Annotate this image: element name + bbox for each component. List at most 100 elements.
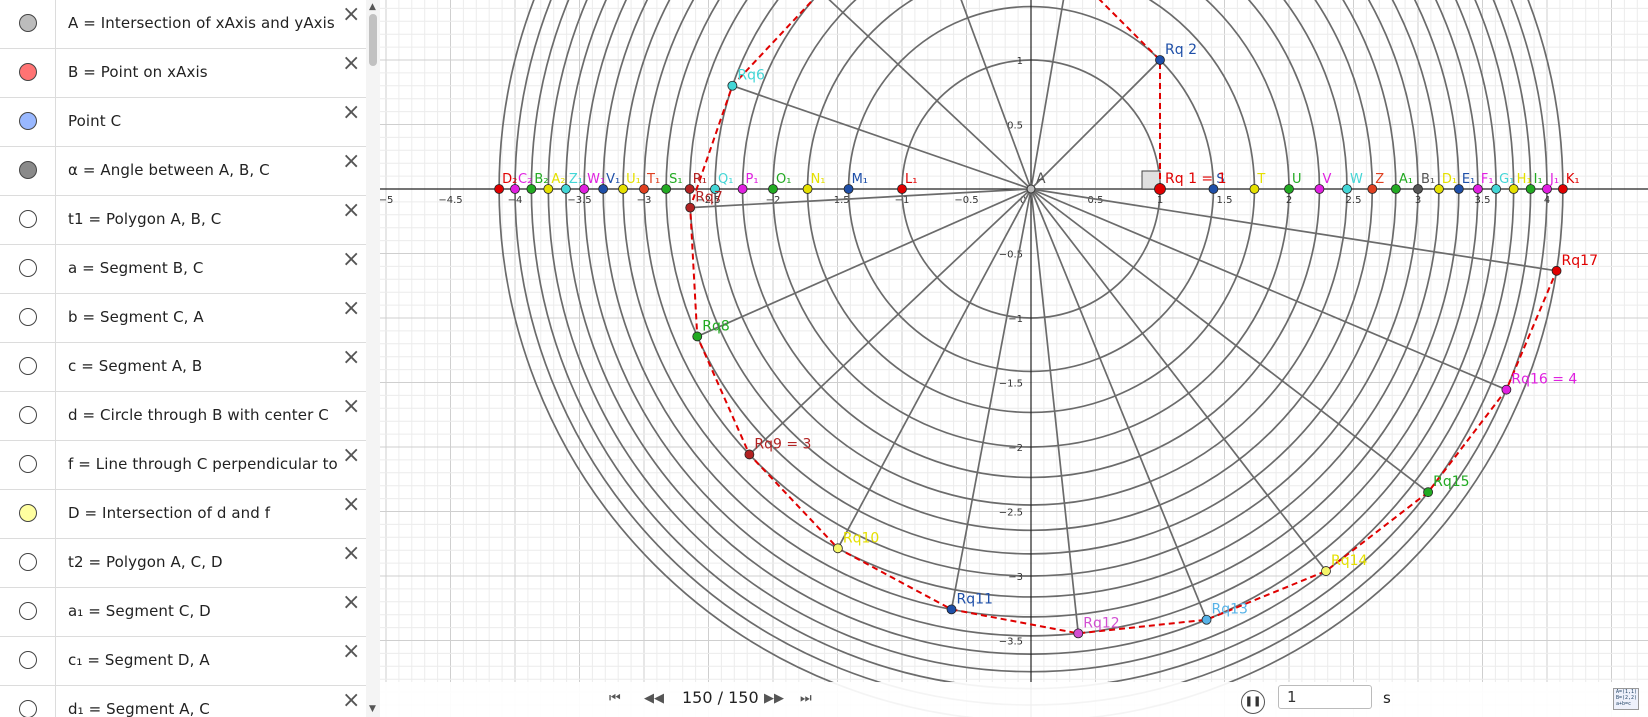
visibility-toggle[interactable] [19,700,37,717]
close-icon[interactable]: × [342,347,360,369]
graphics-view[interactable]: −5 −4.5 −4 −3.5 −3 −2.5 −2 −1.5 −1 −0.5 0 0.5 1 1.5 2 2… [380,0,1648,717]
axis-point-label: A₂ [551,172,565,187]
algebra-item[interactable]: D = Intersection of d and f × [0,490,366,539]
visibility-toggle[interactable] [19,651,37,669]
scroll-up-icon[interactable]: ▲ [369,2,376,12]
close-icon[interactable]: × [342,151,360,173]
algebra-definition[interactable]: b = Segment C, A [68,308,344,326]
algebra-definition[interactable]: a = Segment B, C [68,259,344,277]
algebra-item[interactable]: c₁ = Segment D, A × [0,637,366,686]
algebra-definition[interactable]: α = Angle between A, B, C [68,161,344,179]
close-icon[interactable]: × [342,249,360,271]
algebra-item[interactable]: Point C × [0,98,366,147]
x-tick-label: −4 [508,195,523,206]
spiral-point[interactable] [1073,628,1084,639]
y-tick-label: −2.5 [999,508,1023,519]
algebra-definition[interactable]: Point C [68,112,344,130]
close-icon[interactable]: × [342,200,360,222]
close-icon[interactable]: × [342,543,360,565]
spiral-point[interactable] [832,543,843,554]
close-icon[interactable]: × [342,641,360,663]
spiral-point-label: Rq17 [1562,253,1598,269]
close-icon[interactable]: × [342,494,360,516]
skip-back-icon[interactable]: ⏮ [609,691,621,706]
spiral-point[interactable] [1154,183,1166,195]
visibility-toggle[interactable] [19,161,37,179]
close-icon[interactable]: × [342,592,360,614]
spiral-point-label: Rq10 [843,530,879,546]
spiral-point-label: Rq15 [1433,474,1469,490]
algebra-definition[interactable]: a₁ = Segment C, D [68,602,344,620]
algebra-definition[interactable]: A = Intersection of xAxis and yAxis [68,14,344,32]
close-icon[interactable]: × [342,102,360,124]
algebra-item[interactable]: A = Intersection of xAxis and yAxis × [0,0,366,49]
algebra-item[interactable]: d = Circle through B with center C × [0,392,366,441]
step-forward-icon[interactable]: ▶▶ [764,691,784,706]
visibility-toggle[interactable] [19,553,37,571]
spiral-point[interactable] [1201,614,1212,625]
algebra-definition[interactable]: f = Line through C perpendicular to b [68,455,344,473]
algebra-definition[interactable]: c = Segment A, B [68,357,344,375]
axis-point-label: D₁ [1442,172,1457,187]
spiral-point[interactable] [1423,487,1433,498]
scrollbar-thumb[interactable] [369,14,377,66]
algebra-item[interactable]: b = Segment C, A × [0,294,366,343]
spiral-point[interactable] [692,331,703,342]
speed-input[interactable] [1278,685,1372,709]
visibility-toggle[interactable] [19,308,37,326]
style-bar-icon[interactable]: A=(1,1) B=(2,2) a+b=c [1613,688,1639,710]
close-icon[interactable]: × [342,445,360,467]
radius-segment [960,0,1032,190]
visibility-toggle[interactable] [19,357,37,375]
algebra-definition[interactable]: t1 = Polygon A, B, C [68,210,344,228]
spiral-point[interactable] [685,202,696,213]
algebra-item[interactable]: f = Line through C perpendicular to b × [0,441,366,490]
visibility-toggle[interactable] [19,14,37,32]
marble-column [0,490,56,538]
spiral-point[interactable] [946,604,957,615]
spiral-point[interactable] [1501,384,1512,395]
algebra-definition[interactable]: D = Intersection of d and f [68,504,344,522]
visibility-toggle[interactable] [19,504,37,522]
algebra-definition[interactable]: t2 = Polygon A, C, D [68,553,344,571]
algebra-item[interactable]: a = Segment B, C × [0,245,366,294]
spiral-point[interactable] [1321,566,1331,576]
visibility-toggle[interactable] [19,63,37,81]
algebra-item[interactable]: t2 = Polygon A, C, D × [0,539,366,588]
visibility-toggle[interactable] [19,112,37,130]
visibility-toggle[interactable] [19,259,37,277]
frame-counter: 150 / 150 [682,688,759,707]
marble-column [0,0,56,48]
step-back-icon[interactable]: ◀◀ [644,691,664,706]
algebra-item[interactable]: d₁ = Segment A, C × [0,686,366,717]
visibility-toggle[interactable] [19,210,37,228]
algebra-item[interactable]: c = Segment A, B × [0,343,366,392]
scroll-down-icon[interactable]: ▼ [369,704,376,714]
close-icon[interactable]: × [342,396,360,418]
spiral-point[interactable] [1155,55,1165,65]
spiral-point[interactable] [1551,265,1562,276]
algebra-item[interactable]: α = Angle between A, B, C × [0,147,366,196]
algebra-item[interactable]: a₁ = Segment C, D × [0,588,366,637]
close-icon[interactable]: × [342,53,360,75]
spiral-point[interactable] [744,449,755,460]
visibility-toggle[interactable] [19,455,37,473]
spiral-point[interactable] [727,80,738,91]
algebra-scrollbar[interactable] [366,0,380,717]
close-icon[interactable]: × [342,298,360,320]
skip-forward-icon[interactable]: ⏭ [800,691,812,706]
visibility-toggle[interactable] [19,602,37,620]
algebra-definition[interactable]: c₁ = Segment D, A [68,651,344,669]
pause-icon[interactable]: ❚❚ [1241,690,1265,714]
y-tick-label: −2 [1008,443,1023,454]
algebra-definition[interactable]: d₁ = Segment A, C [68,700,344,717]
algebra-item[interactable]: B = Point on xAxis × [0,49,366,98]
visibility-toggle[interactable] [19,406,37,424]
close-icon[interactable]: × [342,690,360,712]
algebra-definition[interactable]: d = Circle through B with center C [68,406,344,424]
algebra-item[interactable]: t1 = Polygon A, B, C × [0,196,366,245]
algebra-definition[interactable]: B = Point on xAxis [68,63,344,81]
close-icon[interactable]: × [342,4,360,26]
origin-point[interactable] [1026,184,1036,194]
y-tick-label: −3 [1008,572,1023,583]
